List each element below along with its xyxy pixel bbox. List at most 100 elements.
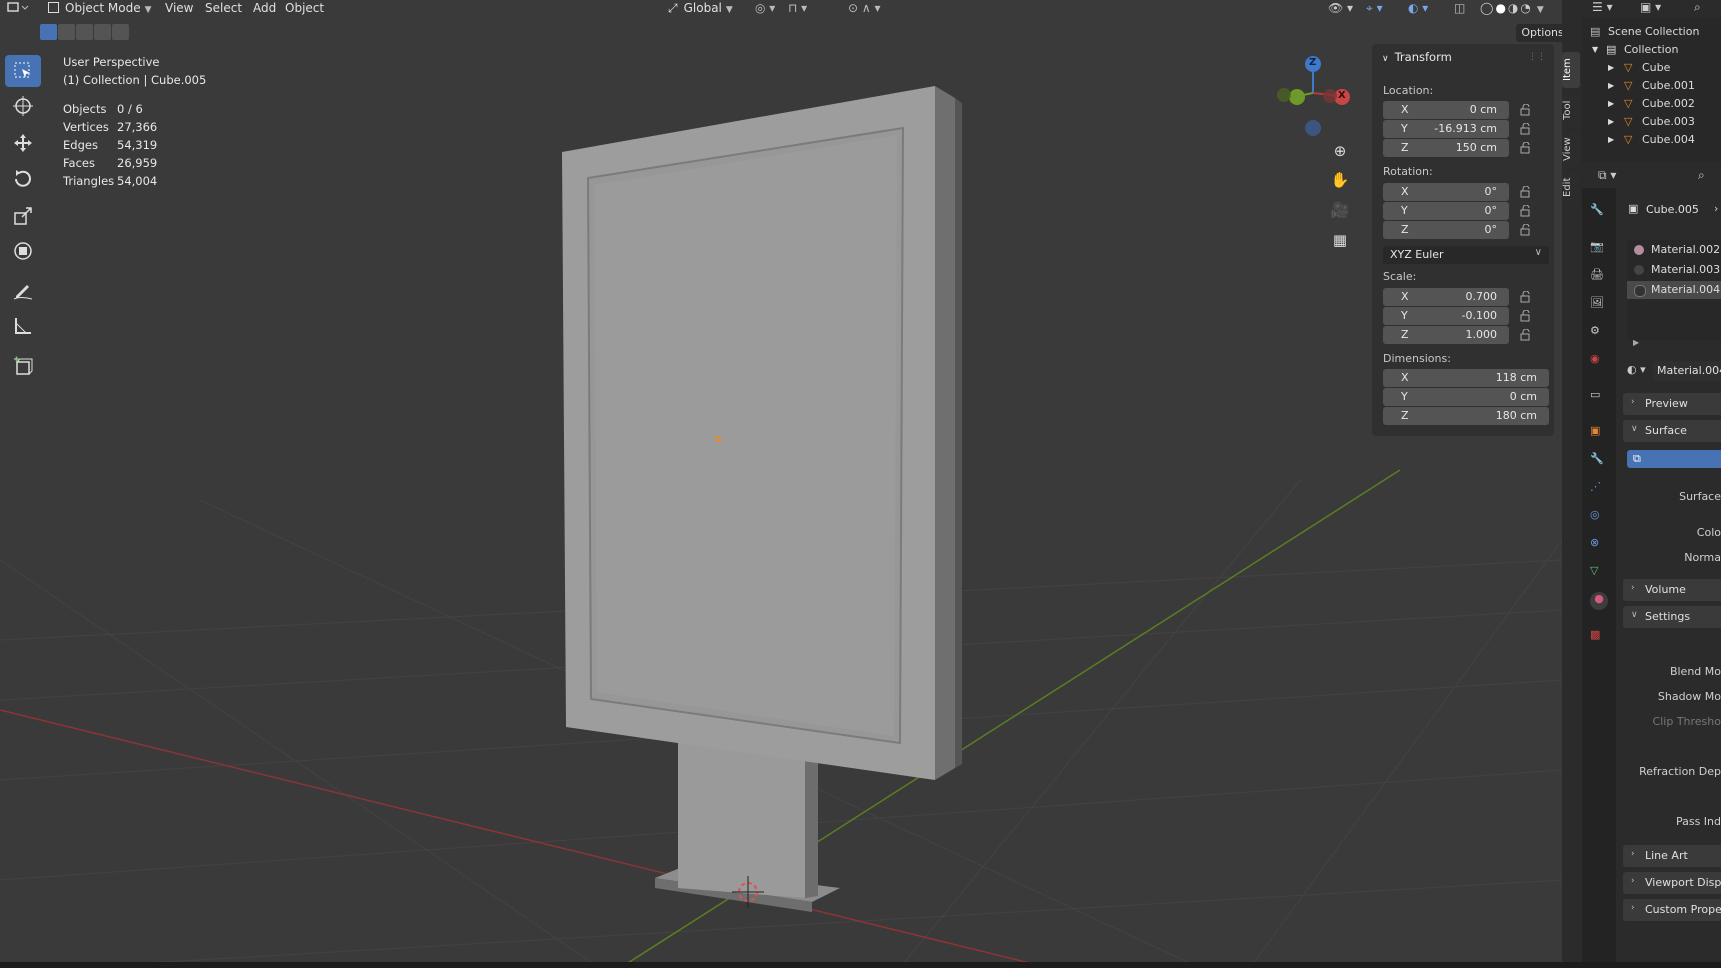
outliner-item-cube-001[interactable]: ▶ ▽ Cube.001	[1582, 77, 1721, 95]
section-custom-properties[interactable]: ›Custom Properti	[1623, 899, 1721, 921]
chevron-down-icon[interactable]: ▼	[1537, 2, 1546, 18]
proportional-edit-icon[interactable]: ⊙ ∧ ▾	[848, 0, 881, 16]
lock-icon[interactable]	[1520, 123, 1532, 135]
lock-icon[interactable]	[1520, 224, 1532, 236]
material-selector[interactable]: ◐ ▾ Material.004	[1623, 361, 1721, 381]
material-browse-icon[interactable]: ◐ ▾	[1627, 363, 1646, 376]
measure-tool[interactable]	[5, 310, 41, 342]
chevron-right-icon[interactable]: ▶	[1633, 338, 1639, 347]
lock-icon[interactable]	[1520, 104, 1532, 116]
visibility-icon[interactable]: 👁 ▾	[1328, 0, 1353, 16]
camera-icon[interactable]: 🎥	[1326, 196, 1354, 224]
chevron-right-icon[interactable]: ▶	[1608, 63, 1614, 72]
wireframe-shading-icon[interactable]: ◯	[1480, 1, 1495, 15]
lock-icon[interactable]	[1520, 205, 1532, 217]
transform-panel-header[interactable]: ∨ Transform	[1382, 50, 1452, 64]
select-box-tool[interactable]	[5, 55, 41, 87]
material-slot-item[interactable]: Material.002	[1627, 241, 1721, 259]
material-shading-icon[interactable]: ◑	[1508, 1, 1520, 15]
scale-y-field[interactable]: Y -0.100	[1383, 307, 1509, 325]
outliner-collection[interactable]: ▼ ▤ Collection	[1582, 41, 1721, 59]
outliner-item-cube[interactable]: ▶ ▽ Cube	[1582, 59, 1721, 77]
zoom-icon[interactable]: ⊕	[1326, 137, 1354, 165]
outliner-item-cube-003[interactable]: ▶ ▽ Cube.003	[1582, 113, 1721, 131]
menu-select[interactable]: Select	[205, 0, 242, 16]
search-icon[interactable]: ⌕	[1698, 168, 1705, 183]
tab-edit[interactable]: Edit	[1562, 172, 1580, 202]
lock-icon[interactable]	[1520, 310, 1532, 322]
location-x-field[interactable]: X0 cm	[1383, 101, 1509, 119]
tab-tool[interactable]: Tool	[1562, 94, 1580, 126]
outliner-item-cube-002[interactable]: ▶ ▽ Cube.002	[1582, 95, 1721, 113]
options-dropdown[interactable]: Options▼	[1516, 24, 1562, 42]
lock-icon[interactable]	[1520, 186, 1532, 198]
search-icon[interactable]: ⌕	[1694, 0, 1701, 15]
location-z-field[interactable]: Z 150 cm	[1383, 139, 1509, 157]
outliner-editor-icon[interactable]: ☰ ▾	[1592, 0, 1613, 14]
chevron-right-icon[interactable]: ▶	[1608, 135, 1614, 144]
physics-icon[interactable]: ◎	[1590, 508, 1608, 526]
ortho-grid-icon[interactable]: ▦	[1326, 226, 1354, 254]
dimensions-x-field[interactable]: X 118 cm	[1383, 369, 1549, 387]
snap-icon[interactable]: ⊓ ▾	[788, 0, 807, 16]
section-volume[interactable]: › Volume	[1623, 579, 1721, 601]
select-subtract-icon[interactable]	[76, 24, 93, 40]
material-icon[interactable]: ●	[1590, 592, 1608, 610]
rotate-tool[interactable]	[5, 163, 41, 195]
scale-z-field[interactable]: Z 1.000	[1383, 326, 1509, 344]
tab-view[interactable]: View	[1562, 132, 1580, 166]
collection-props-icon[interactable]: ▭	[1590, 388, 1608, 406]
select-invert-icon[interactable]	[94, 24, 111, 40]
chevron-right-icon[interactable]: ▶	[1608, 99, 1614, 108]
select-extend-icon[interactable]	[58, 24, 75, 40]
tool-settings-icon[interactable]: 🔧	[1590, 203, 1608, 221]
rotation-z-field[interactable]: Z 0°	[1383, 221, 1509, 239]
gizmo-toggle-icon[interactable]: ⌖ ▾	[1366, 0, 1383, 16]
menu-view[interactable]: View	[165, 0, 193, 16]
section-line-art[interactable]: › Line Art	[1623, 845, 1721, 867]
cursor-tool[interactable]	[5, 90, 41, 122]
rotation-mode-dropdown[interactable]: XYZ Euler ∨	[1383, 246, 1549, 264]
view-layer-icon[interactable]: 🖼	[1590, 296, 1608, 314]
material-slot-item[interactable]: Material.003	[1627, 261, 1721, 279]
dimensions-y-field[interactable]: Y0 cm	[1383, 388, 1549, 406]
drag-handle-icon[interactable]: ⋮⋮	[1528, 52, 1546, 62]
shading-modes[interactable]: ◯●◑◔ ▼	[1480, 0, 1546, 16]
select-set-icon[interactable]	[40, 24, 57, 40]
mode-dropdown[interactable]: Object Mode ▼	[48, 0, 152, 16]
display-mode-icon[interactable]: ▣ ▾	[1640, 0, 1661, 14]
dimensions-z-field[interactable]: Z 180 cm	[1383, 407, 1549, 425]
chevron-right-icon[interactable]: ▶	[1608, 81, 1614, 90]
location-y-field[interactable]: Y -16.913 cm	[1383, 120, 1509, 138]
solid-shading-icon[interactable]: ●	[1495, 1, 1507, 15]
annotate-tool[interactable]	[5, 274, 41, 306]
tab-item[interactable]: Item	[1562, 52, 1580, 88]
3d-viewport[interactable]: Z X Object Mode ▼ View Select Add Object …	[0, 0, 1562, 968]
world-icon[interactable]: ◉	[1590, 352, 1608, 370]
render-icon[interactable]: 📷	[1590, 240, 1608, 258]
rotation-y-field[interactable]: Y 0°	[1383, 202, 1509, 220]
use-nodes-button[interactable]: ⧉	[1627, 450, 1721, 468]
texture-icon[interactable]: ▩	[1590, 628, 1608, 646]
lock-icon[interactable]	[1520, 291, 1532, 303]
section-viewport-display[interactable]: ›Viewport Displa	[1623, 872, 1721, 894]
material-name-field[interactable]: Material.004	[1657, 364, 1721, 377]
pivot-point-icon[interactable]: ◎ ▾	[755, 0, 775, 16]
overlay-toggle-icon[interactable]: ◐ ▾	[1408, 0, 1428, 16]
constraints-icon[interactable]: ⊗	[1590, 536, 1608, 554]
select-intersect-icon[interactable]	[112, 24, 129, 40]
scale-x-field[interactable]: X 0.700	[1383, 288, 1509, 306]
particles-icon[interactable]: ⋰	[1590, 480, 1608, 498]
chevron-down-icon[interactable]: ▼	[1592, 45, 1598, 54]
add-cube-tool[interactable]	[5, 350, 41, 382]
rotation-x-field[interactable]: X 0°	[1383, 183, 1509, 201]
output-icon[interactable]: 🖨	[1590, 268, 1608, 286]
menu-object[interactable]: Object	[285, 0, 324, 16]
selection-mode-buttons[interactable]	[40, 24, 129, 42]
lock-icon[interactable]	[1520, 142, 1532, 154]
menu-add[interactable]: Add	[253, 0, 276, 16]
object-props-icon[interactable]: ▣	[1590, 424, 1608, 442]
section-surface[interactable]: ∨ Surface	[1623, 420, 1721, 442]
gizmo-x-label[interactable]: X	[1338, 90, 1346, 101]
chevron-right-icon[interactable]: ▶	[1608, 117, 1614, 126]
